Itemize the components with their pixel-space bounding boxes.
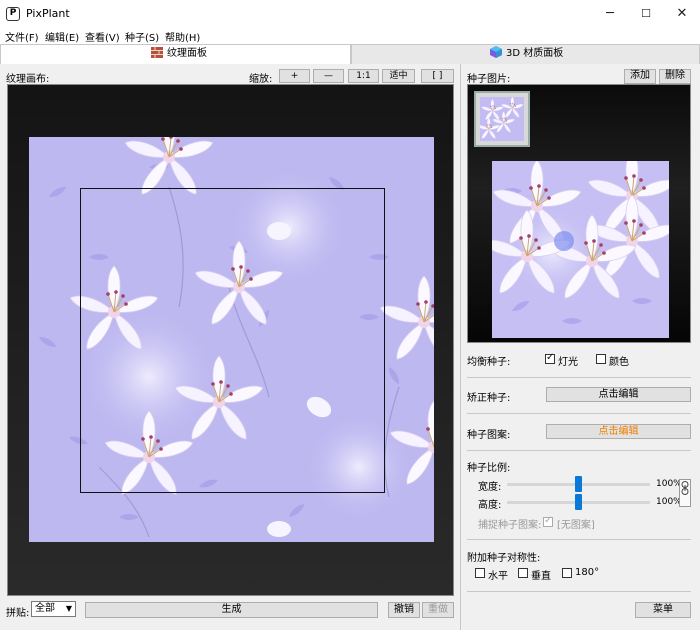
close-button[interactable]: ✕ xyxy=(664,4,700,24)
panel-divider[interactable] xyxy=(460,64,461,630)
capture-pattern-label: 捕捉种子图案: xyxy=(478,520,542,531)
add-seed-button[interactable]: 添加 xyxy=(624,69,656,84)
seed-area-frame[interactable] xyxy=(80,188,385,493)
tile-select-value: 全部 xyxy=(35,603,55,614)
symmetry-horizontal-label: 水平 xyxy=(488,571,508,582)
menu-button[interactable]: 菜单 xyxy=(635,602,691,618)
width-slider-thumb[interactable] xyxy=(575,476,582,492)
tab-texture-panel[interactable]: 纹理面板 xyxy=(0,44,351,64)
seed-image-label: 种子图片: xyxy=(467,74,511,85)
menu-help[interactable]: 帮助(H) xyxy=(165,29,200,44)
width-label: 宽度: xyxy=(478,482,502,493)
separator xyxy=(467,591,691,592)
height-slider-thumb[interactable] xyxy=(575,494,582,510)
menu-edit[interactable]: 编辑(E) xyxy=(45,29,79,44)
app-logo-icon: P xyxy=(6,7,20,21)
undo-button[interactable]: 撤销 xyxy=(388,602,420,618)
link-ratio-icon[interactable] xyxy=(679,479,691,507)
capture-pattern-value: [无图案] xyxy=(557,520,595,531)
tab-label: 3D 材质面板 xyxy=(506,48,564,59)
zoom-label: 缩放: xyxy=(249,74,273,85)
symmetry-180-label: 180° xyxy=(575,567,600,578)
tile-label: 拼贴: xyxy=(6,608,30,619)
zoom-frame-button[interactable]: [ ] xyxy=(421,69,454,83)
minimize-button[interactable]: ─ xyxy=(592,4,628,24)
straighten-seed-label: 矫正种子: xyxy=(467,393,511,404)
menu-bar: 文件(F) 编辑(E) 查看(V) 种子(S) 帮助(H) xyxy=(0,28,700,44)
zoom-out-button[interactable]: — xyxy=(313,69,344,83)
balance-seed-label: 均衡种子: xyxy=(467,357,511,368)
color-checkbox[interactable] xyxy=(596,354,606,364)
light-checkbox-label: 灯光 xyxy=(558,357,578,368)
seed-thumbnail[interactable] xyxy=(474,91,530,147)
title-bar: P PixPlant ─ ☐ ✕ xyxy=(0,0,700,28)
height-label: 高度: xyxy=(478,500,502,511)
seed-symmetry-label: 附加种子对称性: xyxy=(467,553,541,564)
color-checkbox-label: 颜色 xyxy=(609,357,629,368)
capture-pattern-checkbox[interactable] xyxy=(543,515,553,527)
zoom-in-button[interactable]: + xyxy=(279,69,310,83)
pattern-edit-button[interactable]: 点击编辑 xyxy=(546,424,691,439)
generate-button[interactable]: 生成 xyxy=(85,602,378,618)
texture-icon xyxy=(151,47,163,58)
height-value: 100% xyxy=(656,497,682,507)
separator xyxy=(467,539,691,540)
width-value: 100% xyxy=(656,479,682,489)
tab-strip: 纹理面板 3D 材质面板 xyxy=(0,44,700,64)
tab-3d-material-panel[interactable]: 3D 材质面板 xyxy=(351,44,700,64)
cube-icon xyxy=(490,46,502,58)
seed-scale-label: 种子比例: xyxy=(467,463,511,474)
seed-preview-image xyxy=(492,161,669,338)
tab-label: 纹理面板 xyxy=(167,48,207,59)
separator xyxy=(467,377,691,378)
window-title: PixPlant xyxy=(26,7,70,20)
menu-seed[interactable]: 种子(S) xyxy=(125,29,159,44)
redo-button[interactable]: 重做 xyxy=(422,602,454,618)
seed-thumbnail-image xyxy=(480,97,524,141)
zoom-fit-button[interactable]: 适中 xyxy=(382,69,415,83)
menu-view[interactable]: 查看(V) xyxy=(85,29,120,44)
delete-seed-button[interactable]: 删除 xyxy=(659,69,691,84)
menu-file[interactable]: 文件(F) xyxy=(5,29,39,44)
separator xyxy=(467,450,691,451)
light-checkbox[interactable] xyxy=(545,352,555,364)
symmetry-vertical-checkbox[interactable] xyxy=(518,568,528,578)
texture-canvas[interactable] xyxy=(7,84,454,596)
symmetry-horizontal-checkbox[interactable] xyxy=(475,568,485,578)
tile-select[interactable]: 全部 ▼ xyxy=(31,601,76,617)
maximize-button[interactable]: ☐ xyxy=(628,4,664,24)
separator xyxy=(467,413,691,414)
seed-image-panel[interactable] xyxy=(467,84,691,343)
seed-pattern-label: 种子图案: xyxy=(467,430,511,441)
straighten-edit-button[interactable]: 点击编辑 xyxy=(546,387,691,402)
symmetry-180-checkbox[interactable] xyxy=(562,568,572,578)
zoom-actual-button[interactable]: 1:1 xyxy=(348,69,379,83)
symmetry-vertical-label: 垂直 xyxy=(531,571,551,582)
chevron-down-icon: ▼ xyxy=(65,604,72,613)
texture-preview xyxy=(29,137,434,542)
texture-canvas-label: 纹理画布: xyxy=(6,74,50,85)
